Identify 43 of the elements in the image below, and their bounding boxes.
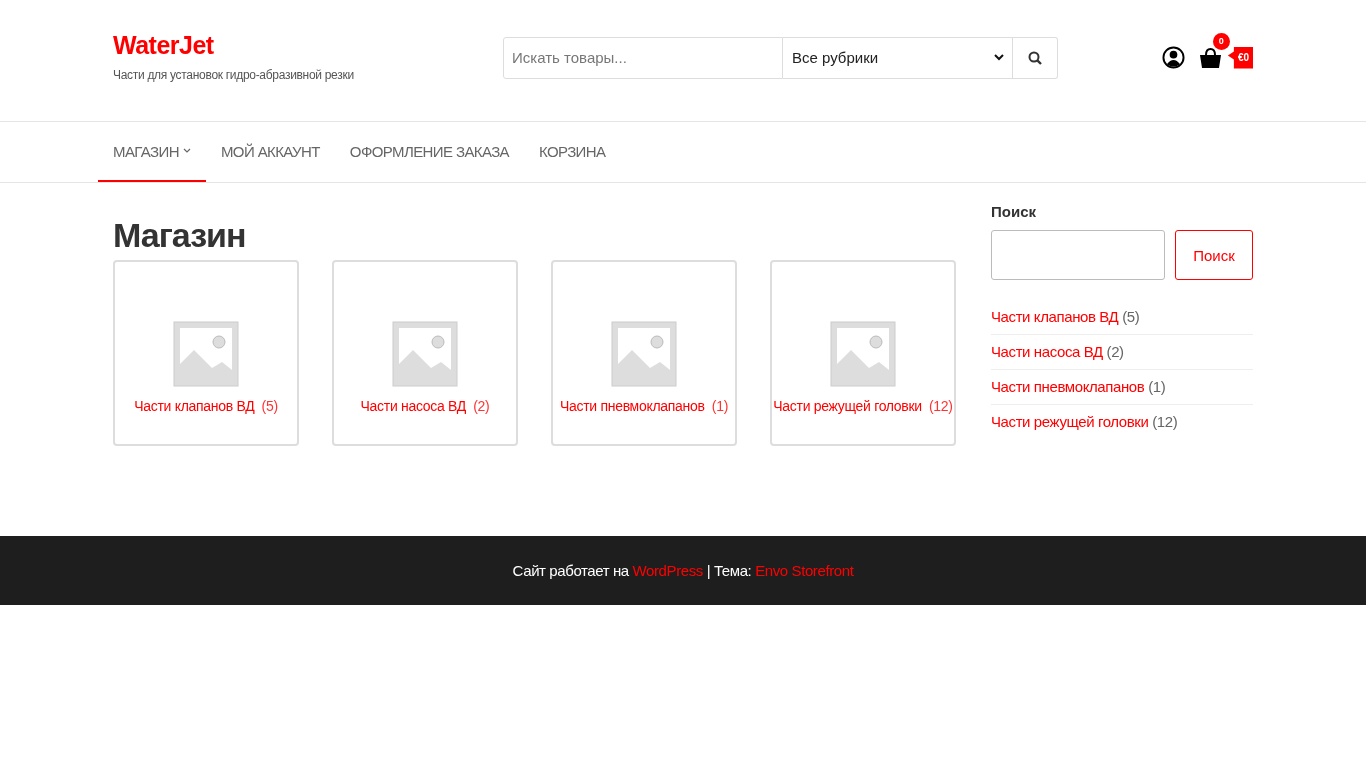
category-card[interactable]: Части клапанов ВД (5): [113, 260, 299, 446]
site-title[interactable]: WaterJet: [113, 31, 214, 60]
category-card[interactable]: Части пневмоклапанов (1): [551, 260, 737, 446]
footer-link[interactable]: Envo Storefront: [755, 562, 854, 579]
category-count: (12): [1152, 413, 1178, 430]
category-dropdown[interactable]: Все рубрики: [783, 36, 1013, 79]
category-card[interactable]: Части режущей головки (12): [770, 260, 956, 446]
category-link[interactable]: Части клапанов ВД (5): [134, 398, 278, 414]
nav-link[interactable]: ОФОРМЛЕНИЕ ЗАКАЗА: [334, 122, 525, 182]
shopping-bag-icon[interactable]: [1198, 46, 1222, 69]
image-placeholder-icon: [829, 320, 897, 388]
page-title: Магазин: [113, 218, 247, 252]
search-button[interactable]: Поиск: [1175, 230, 1253, 280]
category-link[interactable]: Части режущей головки: [991, 413, 1149, 430]
search-icon: [1028, 50, 1042, 65]
nav-link[interactable]: МОЙ АККАУНТ: [205, 122, 335, 182]
cart-total-badge: €0: [1227, 46, 1253, 69]
footer-link[interactable]: WordPress: [632, 562, 703, 579]
category-card[interactable]: Части насоса ВД (2): [332, 260, 518, 446]
category-link[interactable]: Части пневмоклапанов (1): [560, 398, 728, 414]
image-placeholder-icon: [391, 320, 459, 388]
search-field[interactable]: [991, 230, 1165, 280]
search-button[interactable]: [1013, 36, 1058, 79]
category-link[interactable]: Части клапанов ВД: [991, 308, 1119, 325]
category-link[interactable]: Части насоса ВД (2): [360, 398, 490, 414]
nav-link[interactable]: МАГАЗИН: [98, 122, 206, 182]
cart-count-badge: 0: [1212, 32, 1230, 50]
category-link[interactable]: Части режущей головки (12): [773, 398, 953, 414]
image-placeholder-icon: [172, 320, 240, 388]
footer-credits: Сайт работает на WordPress | Тема: Envo Storefront: [512, 562, 854, 579]
category-link[interactable]: Части насоса ВД: [991, 343, 1103, 360]
category-count: (2): [1106, 343, 1124, 360]
category-count: (5): [1122, 308, 1140, 325]
category-count: (1): [1148, 378, 1166, 395]
category-link[interactable]: Части пневмоклапанов: [991, 378, 1145, 395]
site-tagline: Части для установок гидро-абразивной резки: [113, 68, 355, 82]
widget-heading: Поиск: [991, 203, 1037, 220]
account-icon[interactable]: [1161, 46, 1185, 69]
nav-link[interactable]: КОРЗИНА: [524, 122, 621, 182]
search-field[interactable]: Искать товары...: [503, 36, 783, 79]
image-placeholder-icon: [610, 320, 678, 388]
chevron-down-icon: [182, 148, 191, 154]
chevron-down-icon: [994, 54, 1004, 61]
